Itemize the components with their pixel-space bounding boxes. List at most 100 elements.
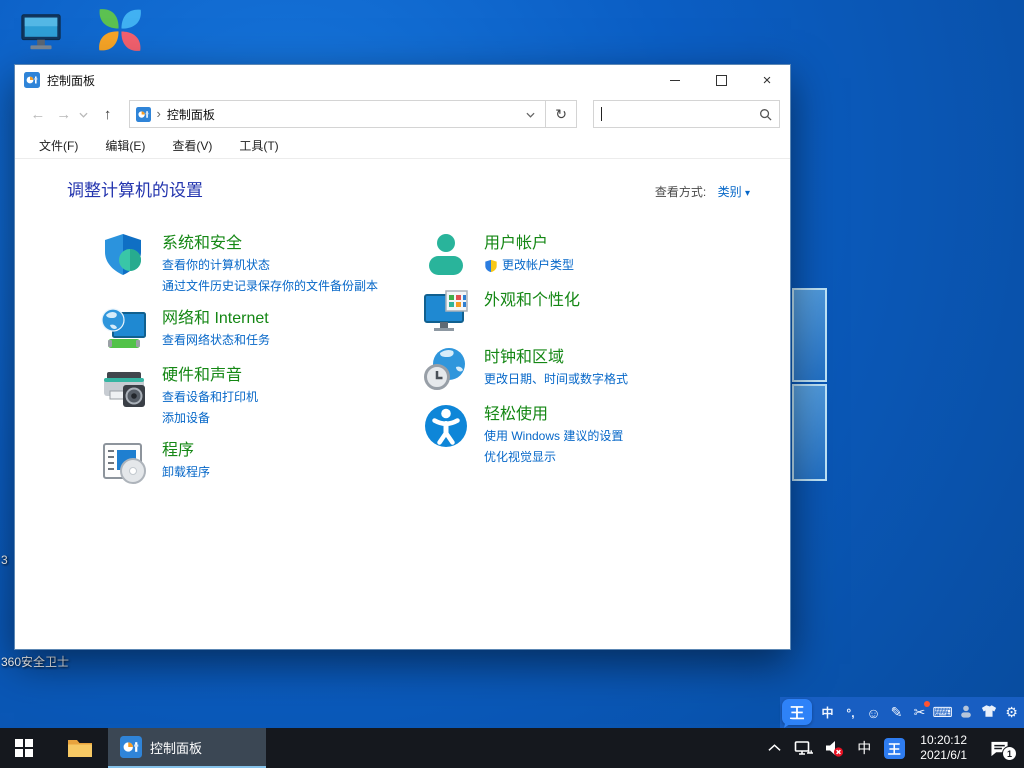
- search-input[interactable]: [604, 107, 759, 121]
- search-box[interactable]: [593, 100, 780, 128]
- wallpaper-logo-pane-top: [792, 288, 827, 382]
- category-system-security: 系统和安全 查看你的计算机状态 通过文件历史记录保存你的文件备份副本: [100, 231, 422, 297]
- category-network-internet: 网络和 Internet 查看网络状态和任务: [100, 306, 422, 354]
- category-title[interactable]: 程序: [162, 439, 194, 462]
- category-user-accounts: 用户帐户 更改帐户类型: [422, 231, 750, 279]
- user-icon[interactable]: [954, 704, 977, 721]
- menu-file[interactable]: 文件(F): [39, 137, 78, 154]
- hardware-sound-icon[interactable]: [100, 363, 148, 411]
- menu-bar: 文件(F) 编辑(E) 查看(V) 工具(T): [15, 133, 790, 159]
- control-panel-icon: [120, 736, 142, 758]
- ease-of-access-icon[interactable]: [422, 402, 470, 450]
- history-dropdown-icon[interactable]: [77, 105, 91, 123]
- text-caret: [601, 107, 602, 121]
- emoji-icon[interactable]: ☺: [862, 705, 885, 721]
- tray-date: 2021/6/1: [920, 748, 967, 763]
- content-area: 调整计算机的设置 查看方式: 类别 ▾ 系统和安全: [15, 159, 790, 495]
- category-title[interactable]: 系统和安全: [162, 232, 242, 255]
- view-by-dropdown-icon[interactable]: ▾: [745, 188, 750, 199]
- handwriting-icon[interactable]: ✎: [885, 704, 908, 721]
- input-language-indicator[interactable]: 中: [851, 728, 877, 768]
- action-center-button[interactable]: 1: [980, 728, 1020, 768]
- category-hardware-sound: 硬件和声音 查看设备和打印机 添加设备: [100, 363, 422, 429]
- page-title: 调整计算机的设置: [67, 176, 203, 201]
- category-link[interactable]: 添加设备: [162, 408, 258, 429]
- ime-toolbar: 王 中 °, ☺ ✎ ✂ ⌨ ⚙: [780, 697, 1024, 728]
- view-by-label: 查看方式:: [655, 185, 706, 199]
- network-internet-icon[interactable]: [100, 306, 148, 354]
- skin-icon[interactable]: [977, 704, 1000, 721]
- keyboard-icon[interactable]: ⌨: [931, 704, 954, 721]
- title-bar: 控制面板 ×: [15, 65, 790, 95]
- system-security-icon[interactable]: [100, 231, 148, 279]
- view-by-value[interactable]: 类别: [718, 185, 742, 199]
- desktop-icon-this-pc[interactable]: [18, 8, 64, 61]
- volume-muted-icon[interactable]: [821, 728, 847, 768]
- navigation-bar: ← → ↑ › 控制面板 ↻: [15, 95, 790, 133]
- wallpaper-logo-pane-bottom: [792, 384, 827, 481]
- chinese-mode-icon[interactable]: 中: [816, 704, 839, 721]
- category-link[interactable]: 查看网络状态和任务: [162, 330, 270, 351]
- folder-icon: [67, 737, 93, 759]
- window-title: 控制面板: [47, 72, 95, 89]
- category-link[interactable]: 使用 Windows 建议的设置: [484, 426, 623, 447]
- file-explorer-button[interactable]: [56, 728, 104, 768]
- category-appearance: 外观和个性化: [422, 288, 750, 336]
- flower-icon: [93, 3, 147, 57]
- address-bar[interactable]: › 控制面板: [129, 100, 547, 128]
- category-link[interactable]: 更改日期、时间或数字格式: [484, 369, 628, 390]
- notification-badge: 1: [1002, 746, 1017, 761]
- category-title[interactable]: 轻松使用: [484, 403, 548, 426]
- menu-tools[interactable]: 工具(T): [239, 137, 278, 154]
- screenshot-icon[interactable]: ✂: [908, 704, 931, 721]
- user-accounts-icon[interactable]: [422, 231, 470, 279]
- taskbar: 控制面板 中 王 10:20:12 2021/6/1: [0, 728, 1024, 768]
- category-title[interactable]: 硬件和声音: [162, 364, 242, 387]
- maximize-button[interactable]: [698, 65, 744, 95]
- category-link-uac[interactable]: 更改帐户类型: [484, 255, 574, 276]
- category-column-right: 用户帐户 更改帐户类型: [422, 231, 750, 495]
- ime-logo[interactable]: 王: [782, 699, 812, 725]
- address-dropdown-icon[interactable]: [520, 105, 541, 123]
- desktop-icon-360-software[interactable]: [93, 3, 147, 62]
- programs-icon[interactable]: [100, 438, 148, 486]
- category-title[interactable]: 用户帐户: [484, 232, 548, 255]
- breadcrumb[interactable]: 控制面板: [167, 106, 215, 123]
- system-tray: 中 王 10:20:12 2021/6/1 1: [761, 728, 1024, 768]
- uac-shield-icon: [484, 259, 498, 273]
- refresh-button[interactable]: ↻: [546, 100, 577, 128]
- control-panel-icon: [136, 107, 151, 122]
- category-link[interactable]: 查看设备和打印机: [162, 387, 258, 408]
- back-button[interactable]: ←: [25, 106, 51, 123]
- desktop-label-360-security[interactable]: 360安全卫士: [1, 653, 69, 670]
- start-button[interactable]: [0, 728, 48, 768]
- category-clock-region: 时钟和区域 更改日期、时间或数字格式: [422, 345, 750, 393]
- clock-region-icon[interactable]: [422, 345, 470, 393]
- minimize-button[interactable]: [652, 65, 698, 95]
- punctuation-icon[interactable]: °,: [839, 706, 862, 720]
- menu-view[interactable]: 查看(V): [172, 137, 212, 154]
- appearance-personalization-icon[interactable]: [422, 288, 470, 336]
- category-link[interactable]: 通过文件历史记录保存你的文件备份副本: [162, 276, 378, 297]
- network-icon[interactable]: [791, 728, 817, 768]
- tray-clock[interactable]: 10:20:12 2021/6/1: [911, 733, 976, 763]
- up-button[interactable]: ↑: [95, 106, 121, 123]
- hidden-icons-chevron-icon[interactable]: [761, 728, 787, 768]
- category-title[interactable]: 网络和 Internet: [162, 307, 269, 330]
- taskbar-app-control-panel[interactable]: 控制面板: [108, 728, 266, 768]
- close-button[interactable]: ×: [744, 65, 790, 95]
- category-title[interactable]: 时钟和区域: [484, 346, 564, 369]
- view-by: 查看方式: 类别 ▾: [655, 183, 750, 200]
- breadcrumb-chevron-icon: ›: [157, 106, 161, 121]
- control-panel-window: 控制面板 × ← → ↑ › 控制面板 ↻: [14, 64, 791, 650]
- category-title[interactable]: 外观和个性化: [484, 289, 580, 312]
- category-link[interactable]: 优化视觉显示: [484, 447, 623, 468]
- ime-tray-icon[interactable]: 王: [881, 728, 907, 768]
- clipped-desktop-label[interactable]: 3: [1, 553, 11, 567]
- menu-edit[interactable]: 编辑(E): [105, 137, 145, 154]
- category-link[interactable]: 卸载程序: [162, 462, 210, 483]
- windows-logo-icon: [15, 739, 33, 757]
- category-link[interactable]: 查看你的计算机状态: [162, 255, 378, 276]
- forward-button[interactable]: →: [51, 106, 77, 123]
- settings-icon[interactable]: ⚙: [1000, 704, 1023, 721]
